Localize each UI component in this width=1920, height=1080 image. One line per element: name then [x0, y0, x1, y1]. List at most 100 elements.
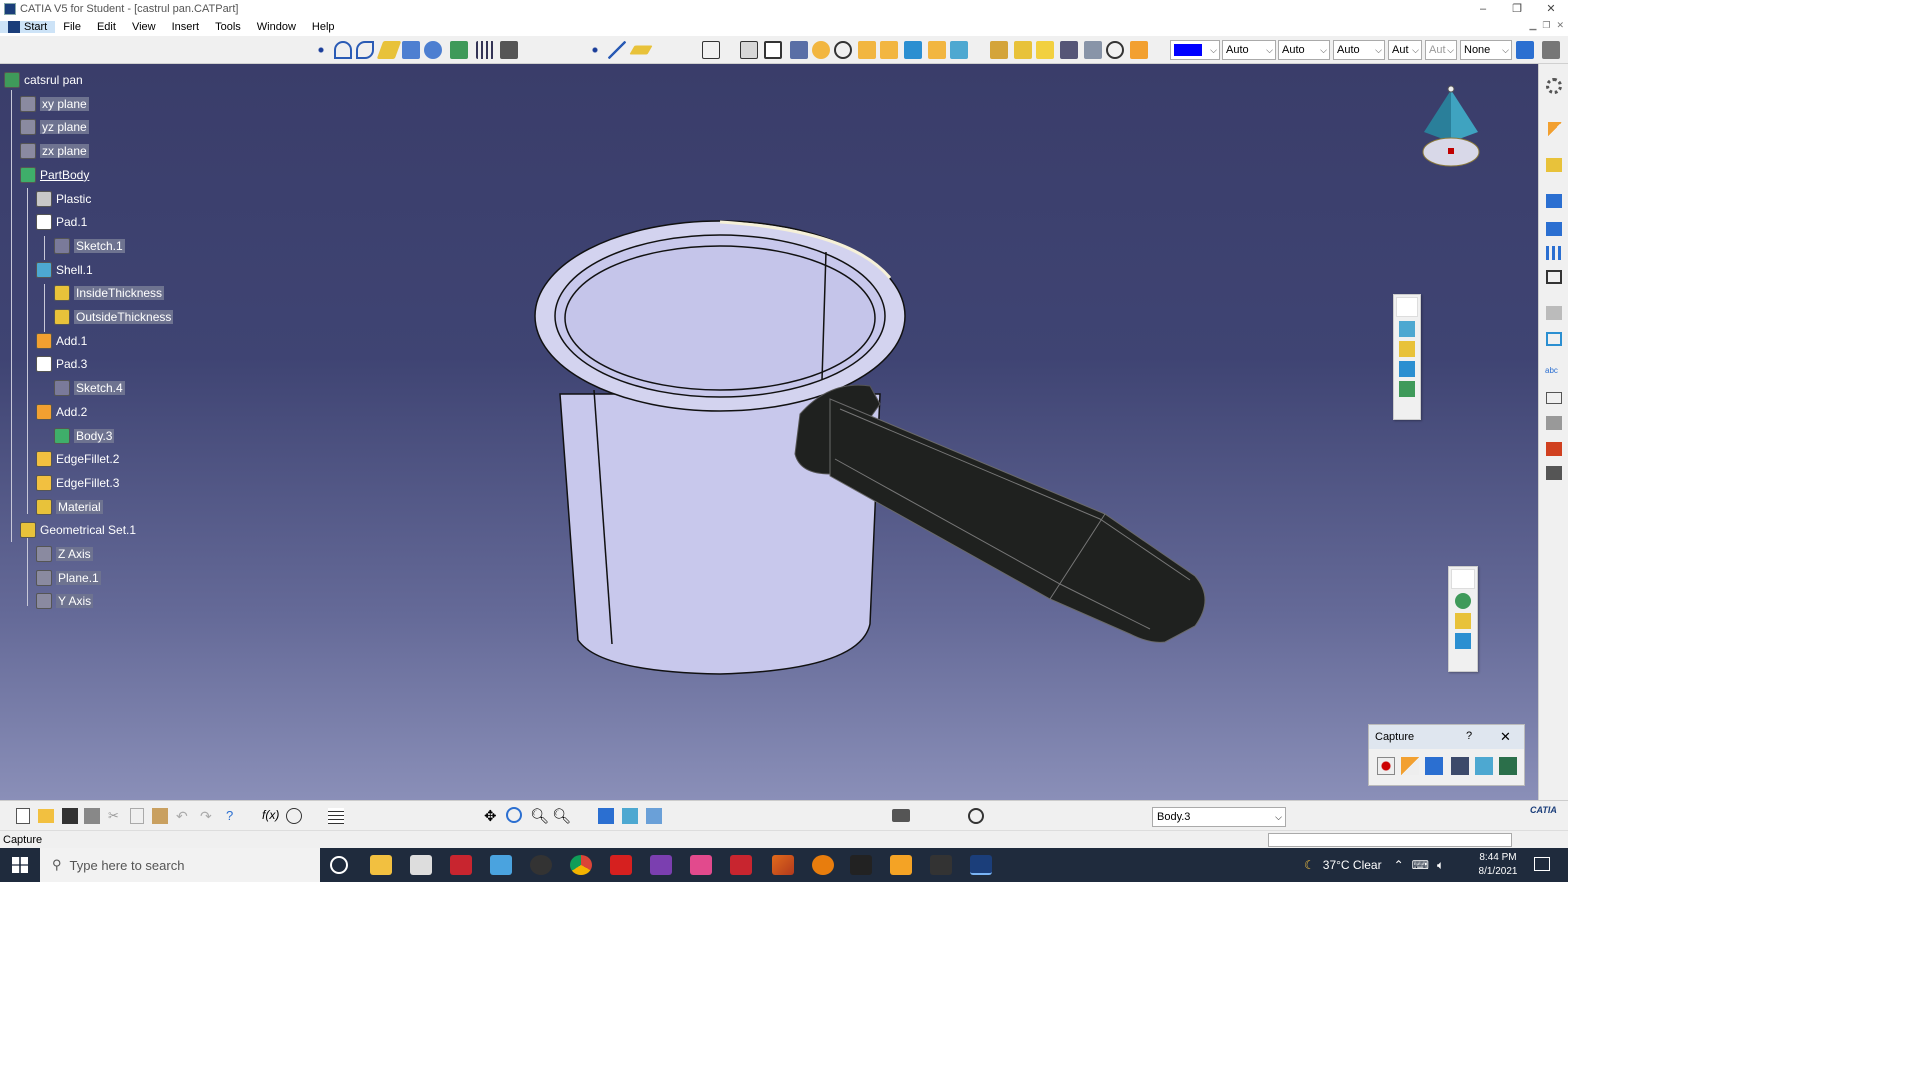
new-icon[interactable] [16, 808, 30, 824]
doc-close-button[interactable]: ✕ [1556, 20, 1564, 31]
fillet-icon[interactable] [880, 41, 898, 59]
point-2-icon[interactable] [586, 41, 604, 59]
weather-text[interactable]: 37°C Clear [1323, 858, 1382, 872]
transparency-select[interactable]: Auto ⌵ [1222, 40, 1276, 60]
album-icon[interactable] [1451, 757, 1469, 775]
tree-node[interactable]: Pad.1 [36, 212, 87, 232]
tree-node[interactable]: Geometrical Set.1 [20, 520, 136, 540]
copy-icon[interactable] [130, 808, 144, 824]
zoom-in-icon[interactable]: 🔍︎ [530, 807, 549, 825]
paste-icon[interactable] [152, 808, 168, 824]
menu-file[interactable]: File [55, 21, 89, 33]
capture-help-button[interactable]: ? [1466, 730, 1472, 742]
flag-note-icon[interactable] [1546, 392, 1562, 404]
blender-icon[interactable] [812, 855, 834, 875]
shaft-icon[interactable] [790, 41, 808, 59]
image-icon[interactable] [1475, 757, 1493, 775]
tree-node[interactable]: EdgeFillet.3 [36, 473, 119, 493]
thread-icon[interactable] [1546, 466, 1562, 480]
taskbar-search[interactable]: ⚲ Type here to search [40, 848, 320, 882]
menu-tools[interactable]: Tools [207, 21, 249, 33]
table-icon[interactable] [328, 808, 344, 824]
plane-tool-icon[interactable] [629, 45, 653, 55]
tree-node[interactable]: xy plane [20, 94, 89, 114]
annotation-icon[interactable] [1546, 306, 1562, 320]
3d-viewport[interactable] [0, 64, 1538, 800]
scale-icon[interactable] [1546, 270, 1562, 284]
tree-node[interactable]: Material [36, 497, 103, 517]
iso-view-icon[interactable] [622, 808, 638, 824]
menu-window[interactable]: Window [249, 21, 304, 33]
boolean-icon[interactable] [990, 41, 1008, 59]
healing-icon[interactable] [1399, 361, 1415, 377]
cut-icon[interactable]: ✂ [108, 808, 122, 824]
thickness-icon[interactable] [928, 41, 946, 59]
tree-node[interactable]: Shell.1 [36, 260, 93, 280]
line-thickness-select[interactable]: Auto ⌵ [1278, 40, 1330, 60]
capture-options-icon[interactable] [1425, 757, 1443, 775]
toolbar-grip[interactable] [1396, 297, 1418, 317]
tree-node[interactable]: Sketch.1 [54, 236, 125, 256]
tree-node[interactable]: Pad.3 [36, 354, 87, 374]
measure-icon[interactable] [1130, 41, 1148, 59]
painter-icon[interactable] [1516, 41, 1534, 59]
paint-icon[interactable] [690, 855, 712, 875]
swap-visible-icon[interactable] [968, 808, 984, 824]
unity-icon[interactable] [850, 855, 872, 875]
menu-help[interactable]: Help [304, 21, 343, 33]
shell-icon[interactable] [950, 41, 968, 59]
taskbar-clock[interactable]: 8:44 PM 8/1/2021 [1472, 851, 1524, 879]
split-icon[interactable] [1399, 381, 1415, 397]
menu-edit[interactable]: Edit [89, 21, 124, 33]
capture-header[interactable]: Capture ? ✕ [1369, 725, 1524, 749]
restore-button[interactable]: ❐ [1500, 0, 1534, 18]
grid-icon[interactable] [476, 41, 494, 59]
chrome-icon[interactable] [570, 855, 592, 875]
tree-node[interactable]: PartBody [20, 165, 89, 185]
part-geometry[interactable] [0, 64, 1538, 800]
pocket-icon[interactable] [764, 41, 782, 59]
undo-icon[interactable]: ↶ [176, 808, 188, 825]
notification-icon[interactable] [1534, 857, 1550, 871]
point-icon[interactable] [312, 41, 330, 59]
obs-icon[interactable] [530, 855, 552, 875]
acrobat-icon[interactable] [610, 855, 632, 875]
app-red-icon[interactable] [450, 855, 472, 875]
tree-node[interactable]: Add.1 [36, 331, 87, 351]
remove-icon[interactable] [1060, 41, 1078, 59]
whats-this-icon[interactable]: ? [226, 808, 233, 823]
menu-view[interactable]: View [124, 21, 164, 33]
assemble-icon[interactable] [1014, 41, 1032, 59]
tree-node[interactable]: catsrul pan [4, 70, 83, 90]
view-box-icon[interactable] [1546, 332, 1562, 346]
open-icon[interactable] [38, 809, 54, 823]
volume-icon[interactable]: 🔈︎ [1437, 858, 1444, 873]
save-icon[interactable] [62, 808, 78, 824]
tree-node[interactable]: EdgeFillet.2 [36, 449, 119, 469]
tray-chevron-icon[interactable]: ⌃ [1394, 858, 1404, 872]
pad-icon[interactable] [740, 41, 758, 59]
solidworks-icon[interactable] [730, 855, 752, 875]
formula-icon[interactable]: f(x) [262, 808, 279, 822]
view-compass[interactable] [1418, 84, 1484, 170]
select-mode-icon[interactable] [1401, 757, 1419, 775]
body-select[interactable]: Body.3 ⌵ [1152, 807, 1286, 827]
windows-start-icon[interactable] [12, 857, 28, 873]
camera-icon[interactable] [892, 809, 910, 822]
line-type-select[interactable]: Auto ⌵ [1333, 40, 1385, 60]
weld-icon[interactable] [1546, 442, 1562, 456]
redo-icon[interactable]: ↷ [200, 808, 212, 825]
record-icon[interactable] [1377, 757, 1395, 775]
doc-minimize-button[interactable]: ▁ [1529, 20, 1536, 31]
ordered-set-icon[interactable] [1455, 633, 1471, 649]
tree-node[interactable]: InsideThickness [54, 283, 165, 303]
chamfer-icon[interactable] [904, 41, 922, 59]
menu-start[interactable]: Start [0, 21, 56, 33]
datum-icon[interactable] [1546, 416, 1562, 430]
matlab-icon[interactable] [772, 855, 794, 875]
spline-icon[interactable] [334, 41, 352, 59]
minimize-button[interactable]: – [1466, 0, 1500, 18]
color-select[interactable]: ⌵ [1170, 40, 1220, 60]
sweep-icon[interactable] [450, 41, 468, 59]
rotate-icon[interactable] [506, 807, 522, 823]
